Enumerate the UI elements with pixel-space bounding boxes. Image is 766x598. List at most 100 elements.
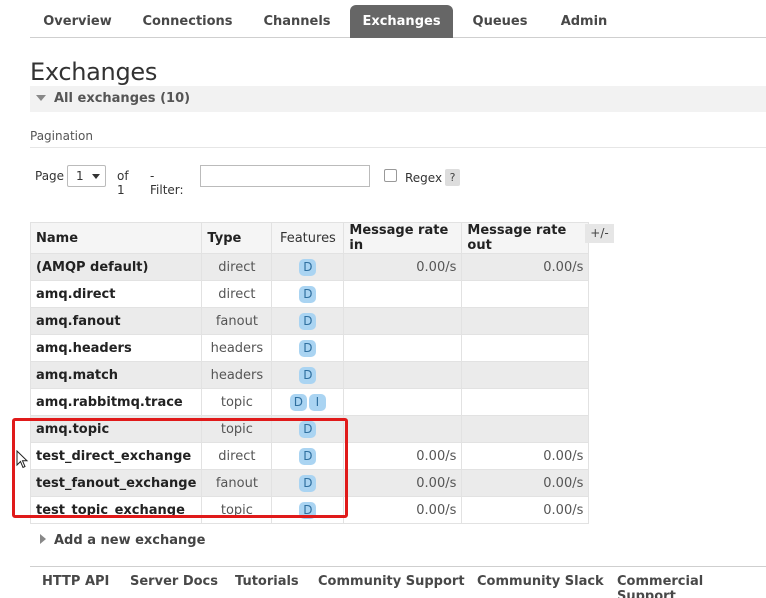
chevron-down-icon — [92, 174, 100, 179]
message-rate-in — [343, 334, 463, 362]
table-row: amq.headers headers D — [30, 334, 590, 362]
tab-queues[interactable]: Queues — [460, 5, 540, 38]
tab-connections[interactable]: Connections — [130, 5, 245, 38]
message-rate-in — [343, 415, 463, 443]
filter-input[interactable] — [200, 165, 370, 187]
exchange-type: topic — [201, 388, 273, 416]
feature-badge: I — [308, 393, 326, 411]
exchange-features: D — [271, 253, 345, 281]
filter-label: - Filter: — [150, 169, 184, 197]
exchange-features: D — [271, 280, 345, 308]
footer-link-community-support[interactable]: Community Support — [318, 574, 465, 589]
message-rate-out — [461, 280, 590, 308]
top-navigation: Overview Connections Channels Exchanges … — [30, 5, 766, 38]
column-header-features: Features — [271, 222, 345, 254]
message-rate-in: 0.00/s — [343, 253, 463, 281]
message-rate-in: 0.00/s — [343, 469, 463, 497]
message-rate-out: 0.00/s — [461, 253, 590, 281]
exchange-type: topic — [201, 496, 273, 524]
page-count-label: of 1 — [117, 169, 129, 197]
exchange-type: fanout — [201, 307, 273, 335]
exchange-features: D — [271, 334, 345, 362]
footer-link-http-api[interactable]: HTTP API — [42, 574, 109, 589]
message-rate-out: 0.00/s — [461, 469, 590, 497]
exchange-name-link[interactable]: test_topic_exchange — [30, 496, 203, 524]
feature-badge: D — [299, 501, 317, 519]
feature-badge: D — [299, 258, 317, 276]
all-exchanges-toggle[interactable]: All exchanges (10) — [30, 86, 766, 112]
table-row: amq.topic topic D — [30, 415, 590, 443]
message-rate-out: 0.00/s — [461, 496, 590, 524]
footer-divider — [30, 566, 766, 567]
column-header-rate-in[interactable]: Message rate in — [343, 222, 463, 254]
table-header-row: Name Type Features Message rate in Messa… — [30, 222, 590, 254]
exchange-name-link[interactable]: (AMQP default) — [30, 253, 203, 281]
tab-channels[interactable]: Channels — [252, 5, 342, 38]
page-select[interactable]: 1 — [67, 165, 106, 187]
table-row: (AMQP default) direct D 0.00/s 0.00/s — [30, 253, 590, 281]
exchange-name-link[interactable]: amq.topic — [30, 415, 203, 443]
table-row: test_direct_exchange direct D 0.00/s 0.00/s — [30, 442, 590, 470]
page-select-value: 1 — [76, 169, 84, 183]
page-label: Page — [35, 169, 65, 183]
feature-badge: D — [299, 339, 317, 357]
message-rate-out — [461, 307, 590, 335]
feature-badge: D — [299, 366, 317, 384]
regex-checkbox[interactable] — [384, 169, 397, 182]
tab-overview[interactable]: Overview — [30, 5, 125, 38]
feature-badge: D — [289, 393, 307, 411]
exchange-type: headers — [201, 334, 273, 362]
tab-exchanges[interactable]: Exchanges — [350, 5, 453, 38]
exchange-features: D — [271, 307, 345, 335]
table-row: amq.match headers D — [30, 361, 590, 389]
exchange-name-link[interactable]: amq.direct — [30, 280, 203, 308]
exchange-features: D — [271, 415, 345, 443]
exchange-type: direct — [201, 442, 273, 470]
exchange-name-link[interactable]: amq.rabbitmq.trace — [30, 388, 203, 416]
tab-admin[interactable]: Admin — [548, 5, 620, 38]
message-rate-in — [343, 307, 463, 335]
columns-toggle-button[interactable]: +/- — [585, 224, 614, 243]
column-header-type[interactable]: Type — [201, 222, 273, 254]
footer-link-community-slack[interactable]: Community Slack — [477, 574, 604, 589]
exchange-name-link[interactable]: test_fanout_exchange — [30, 469, 203, 497]
table-row: amq.direct direct D — [30, 280, 590, 308]
footer-link-tutorials[interactable]: Tutorials — [235, 574, 299, 589]
exchange-name-link[interactable]: amq.headers — [30, 334, 203, 362]
footer-link-server-docs[interactable]: Server Docs — [130, 574, 218, 589]
message-rate-out — [461, 361, 590, 389]
exchange-type: headers — [201, 361, 273, 389]
exchange-features: D — [271, 469, 345, 497]
expand-triangle-icon — [40, 534, 46, 544]
footer-link-commercial-support[interactable]: Commercial Support — [617, 574, 766, 598]
exchange-name-link[interactable]: amq.fanout — [30, 307, 203, 335]
column-header-rate-out[interactable]: Message rate out — [461, 222, 590, 254]
regex-help-button[interactable]: ? — [445, 169, 460, 186]
add-new-exchange-toggle[interactable]: Add a new exchange — [40, 533, 205, 548]
feature-badge: D — [299, 447, 317, 465]
table-row: test_topic_exchange topic D 0.00/s 0.00/s — [30, 496, 590, 524]
table-row: test_fanout_exchange fanout D 0.00/s 0.00/s — [30, 469, 590, 497]
feature-badge: D — [299, 474, 317, 492]
message-rate-out — [461, 415, 590, 443]
message-rate-in — [343, 361, 463, 389]
table-row: amq.rabbitmq.trace topic D I — [30, 388, 590, 416]
mouse-cursor-icon — [16, 450, 29, 469]
exchange-features: D — [271, 442, 345, 470]
message-rate-out: 0.00/s — [461, 442, 590, 470]
exchange-name-link[interactable]: amq.match — [30, 361, 203, 389]
exchange-type: fanout — [201, 469, 273, 497]
exchange-name-link[interactable]: test_direct_exchange — [30, 442, 203, 470]
pagination-divider — [30, 147, 766, 148]
pagination-heading: Pagination — [30, 129, 93, 143]
message-rate-in: 0.00/s — [343, 442, 463, 470]
exchange-features: DI — [271, 388, 345, 416]
exchanges-table: Name Type Features Message rate in Messa… — [30, 222, 590, 524]
collapse-triangle-icon — [36, 95, 46, 101]
table-row: amq.fanout fanout D — [30, 307, 590, 335]
column-header-name[interactable]: Name — [30, 222, 203, 254]
page-title: Exchanges — [30, 58, 158, 86]
message-rate-in — [343, 388, 463, 416]
message-rate-out — [461, 334, 590, 362]
exchange-features: D — [271, 496, 345, 524]
